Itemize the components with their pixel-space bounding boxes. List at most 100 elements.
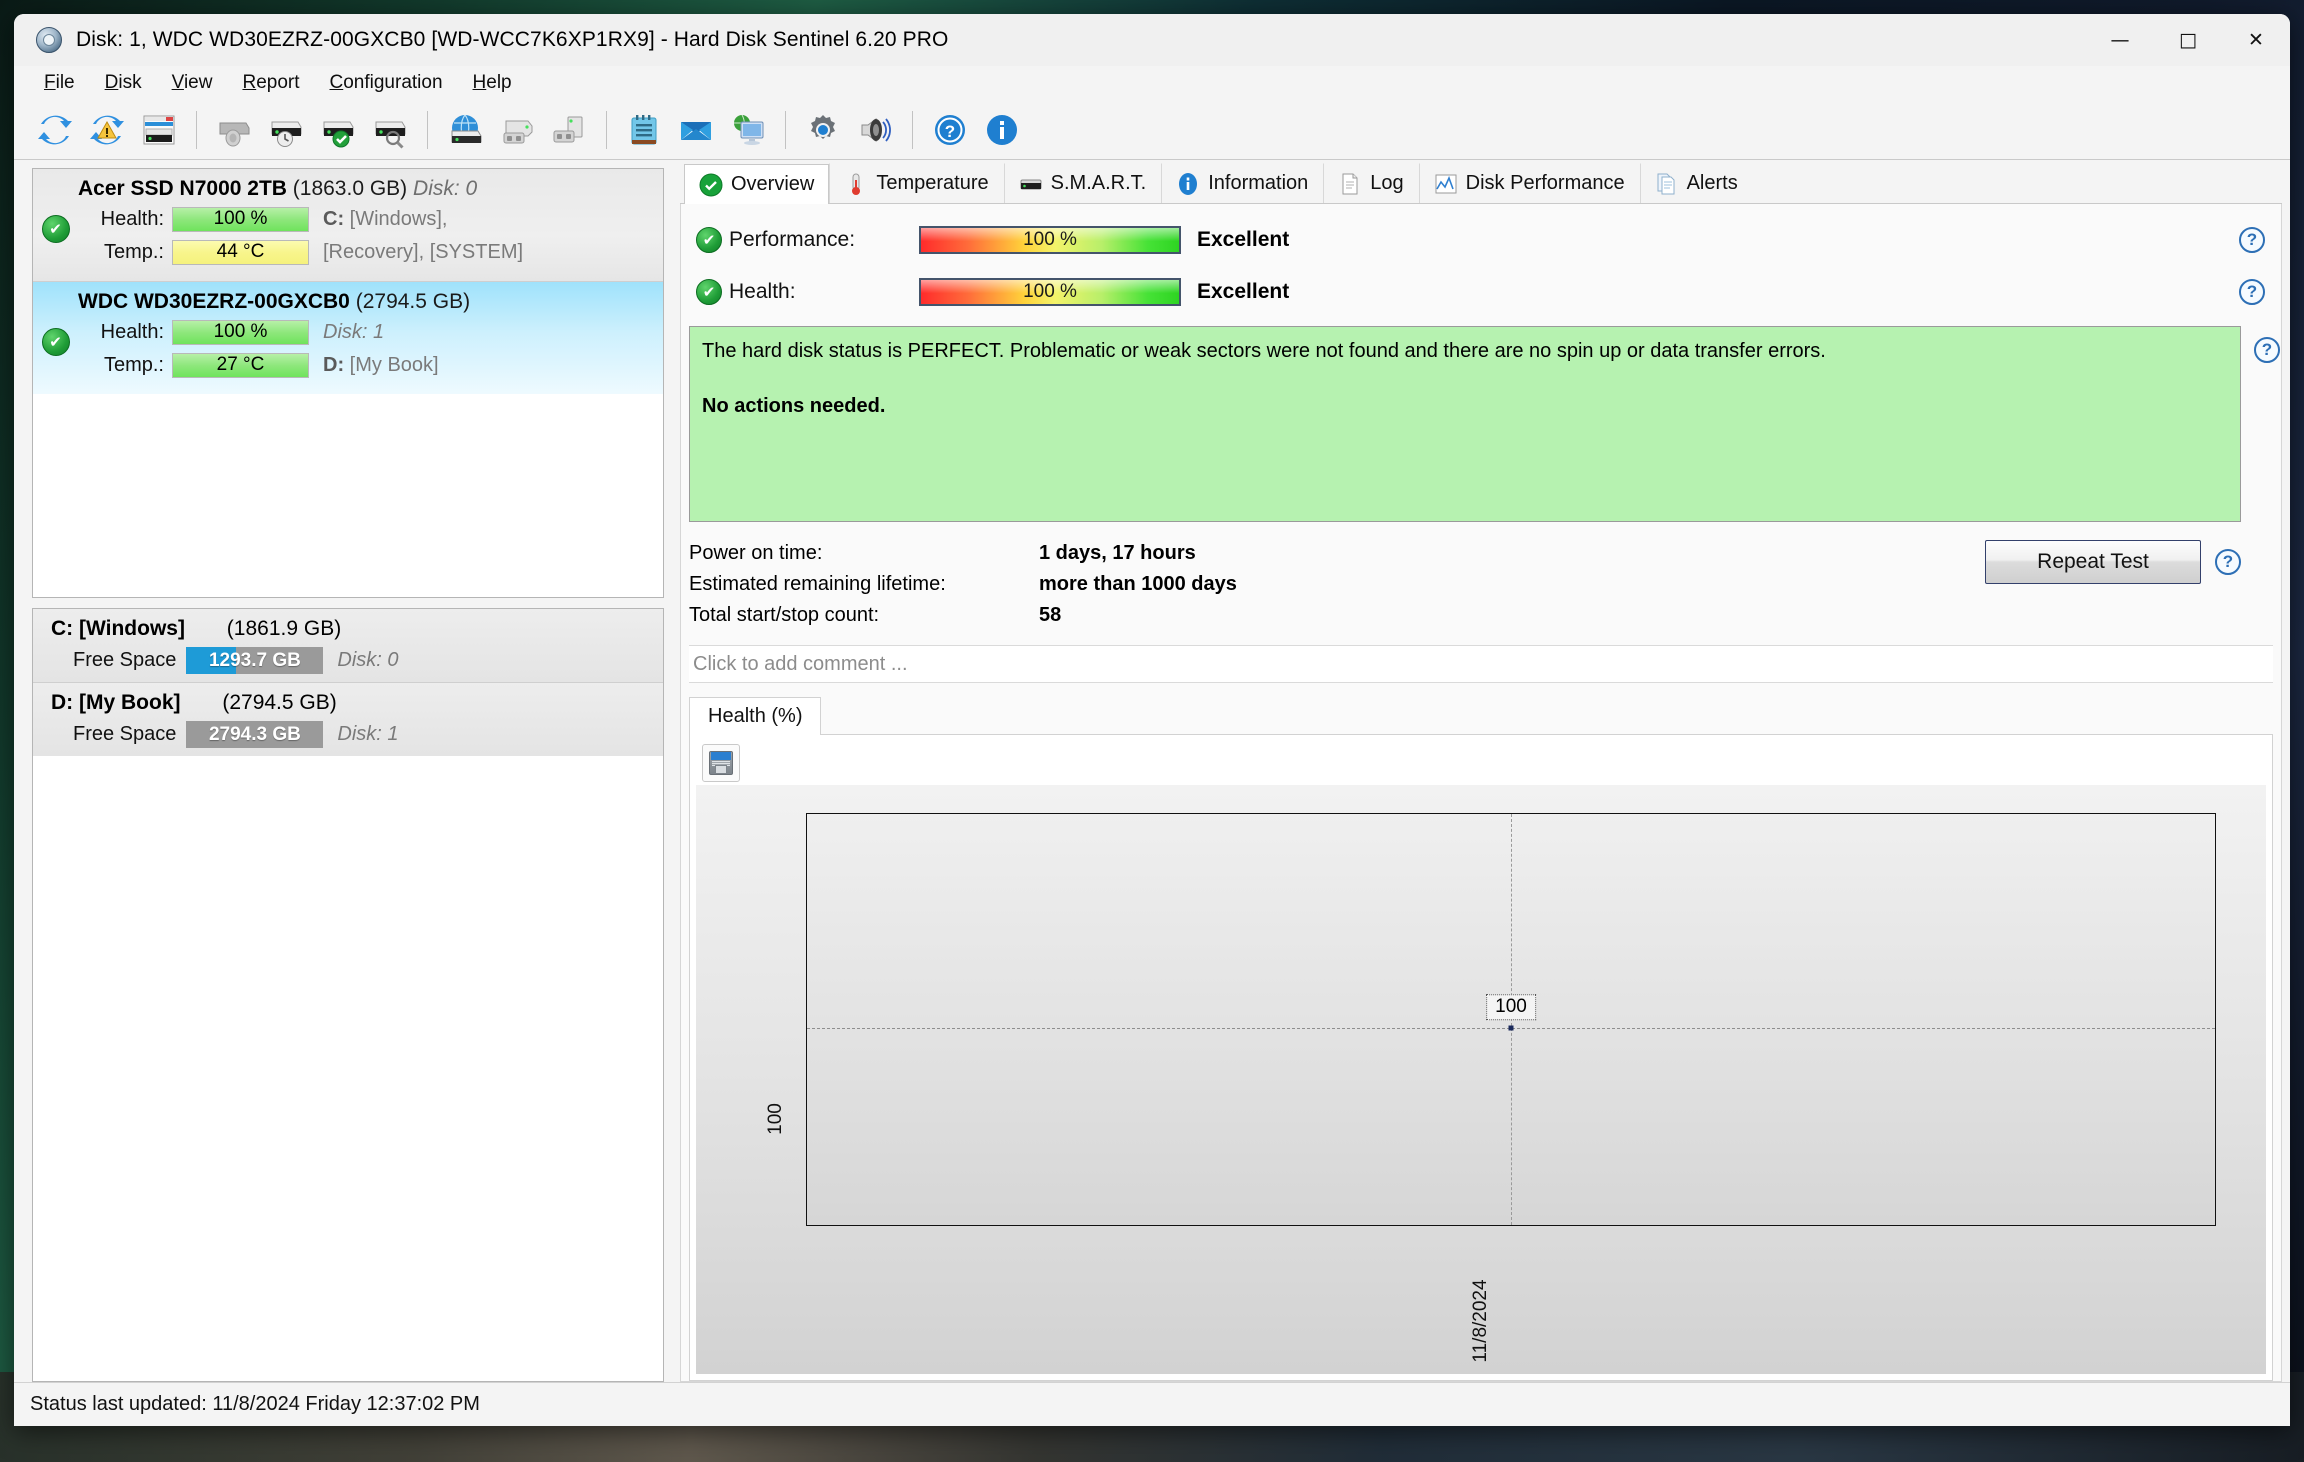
window-title: Disk: 1, WDC WD30EZRZ-00GXCB0 [WD-WCC7K6… (76, 28, 949, 51)
disk-title: WDC WD30EZRZ-00GXCB0 (2794.5 GB) (33, 290, 663, 314)
disk-ok-icon (319, 111, 357, 149)
disk-ok-button[interactable] (313, 105, 363, 155)
disk-item-0[interactable]: Acer SSD N7000 2TB (1863.0 GB) Disk: 0 H… (33, 169, 663, 282)
green-check-icon (41, 328, 70, 356)
maximize-button[interactable]: □ (2154, 14, 2222, 66)
close-button[interactable]: ✕ (2222, 14, 2290, 66)
tab-alerts[interactable]: Alerts (1639, 163, 1753, 203)
disk-volume-letter: C: (323, 207, 345, 230)
close-icon: ✕ (2248, 28, 2264, 51)
disk-item-1[interactable]: WDC WD30EZRZ-00GXCB0 (2794.5 GB) Health:… (33, 282, 663, 394)
refresh-button[interactable] (30, 105, 80, 155)
menu-file-rest: ile (55, 72, 75, 93)
status-help-icon[interactable]: ? (2254, 337, 2280, 363)
disk-health-line: Health: 100 % Disk: 1 (78, 318, 663, 346)
disk-model: WDC WD30EZRZ-00GXCB0 (78, 290, 350, 313)
volume-letter: C: [Windows] (51, 617, 185, 640)
backup-disk-button[interactable] (492, 105, 542, 155)
health-label: Health: (729, 280, 796, 303)
performance-row: Performance: 100 % Excellent ? (681, 214, 2281, 266)
menu-report[interactable]: Report (230, 69, 311, 97)
status-action: No actions needed. (702, 395, 886, 417)
toolbar-separator (196, 110, 197, 149)
window-controls: — □ ✕ (2086, 14, 2290, 66)
settings-button[interactable] (798, 105, 848, 155)
menu-configuration-accel: C (329, 72, 344, 93)
chart-icon (1434, 172, 1458, 196)
refresh-alert-button[interactable] (82, 105, 132, 155)
tab-label: Disk Performance (1465, 172, 1625, 194)
help-button[interactable]: ? (925, 105, 975, 155)
menu-bar: File Disk View Report Configuration Help (14, 66, 2290, 100)
menu-help-rest: elp (486, 72, 512, 93)
performance-help-icon[interactable]: ? (2239, 227, 2265, 253)
menu-view-rest: iew (183, 72, 213, 93)
chart-tab-health[interactable]: Health (%) (689, 697, 822, 735)
volume-free-bar: 2794.3 GB (186, 721, 324, 748)
volume-letter: D: [My Book] (51, 691, 181, 714)
status-message-box: The hard disk status is PERFECT. Problem… (689, 326, 2280, 522)
toolbar-separator (427, 110, 428, 149)
disk-health-label: Health: (100, 320, 164, 343)
tab-log[interactable]: Log (1323, 163, 1418, 203)
info-icon (983, 111, 1021, 149)
clone-disk-button[interactable] (544, 105, 594, 155)
start-stop-count-label: Total start/stop count: (689, 604, 880, 626)
info-button[interactable] (977, 105, 1027, 155)
health-help-icon[interactable]: ? (2239, 279, 2265, 305)
menu-help[interactable]: Help (461, 69, 524, 97)
repeat-test-button[interactable]: Repeat Test (1985, 540, 2201, 584)
repeat-test-help-icon[interactable]: ? (2215, 549, 2241, 575)
sound-alert-button[interactable] (850, 105, 900, 155)
disk-number: Disk: 0 (413, 177, 478, 200)
mail-button[interactable] (671, 105, 721, 155)
volume-free-value: 2794.3 GB (208, 723, 301, 745)
content-area: Overview Temperature S.M.A.R.T. Informat… (672, 160, 2290, 1382)
disk-search-button[interactable] (365, 105, 415, 155)
menu-disk[interactable]: Disk (93, 69, 154, 97)
refresh-alert-icon (88, 111, 126, 149)
volume-item-c[interactable]: C: [Windows] (1861.9 GB) Free Space 1293… (33, 609, 663, 683)
disk-capacity: (2794.5 GB) (355, 290, 471, 313)
remaining-lifetime-label: Estimated remaining lifetime: (689, 573, 946, 595)
minimize-button[interactable]: — (2086, 14, 2154, 66)
menu-configuration[interactable]: Configuration (318, 69, 455, 97)
settings-gear-icon (804, 111, 842, 149)
disk-temp-line: Temp.: 27 °C D: [My Book] (78, 351, 663, 379)
disk-panel-icon (140, 111, 178, 149)
menu-view[interactable]: View (160, 69, 225, 97)
disk-panel-button[interactable] (134, 105, 184, 155)
disk-volume-letter: D: (323, 353, 345, 376)
green-check-icon (696, 279, 722, 305)
volume-free-label: Free Space (73, 649, 177, 671)
toolbar: ? (14, 100, 2290, 160)
tab-disk-performance[interactable]: Disk Performance (1418, 163, 1640, 203)
toolbar-separator (912, 110, 913, 149)
tab-temperature[interactable]: Temperature (829, 163, 1003, 203)
health-meter: 100 % (919, 278, 1181, 306)
power-on-time-value: 1 days, 17 hours (1039, 542, 1196, 564)
menu-file[interactable]: File (32, 69, 87, 97)
comment-input[interactable]: Click to add comment ... (689, 645, 2273, 683)
disk-title: Acer SSD N7000 2TB (1863.0 GB) Disk: 0 (33, 177, 663, 201)
menu-help-accel: H (472, 72, 487, 93)
minimize-icon: — (2110, 28, 2130, 51)
save-chart-button[interactable] (702, 744, 740, 782)
menu-disk-accel: D (104, 72, 119, 93)
disk-mute-button[interactable] (209, 105, 259, 155)
volume-item-d[interactable]: D: [My Book] (2794.5 GB) Free Space 2794… (33, 683, 663, 756)
tab-smart[interactable]: S.M.A.R.T. (1003, 163, 1162, 203)
tab-overview[interactable]: Overview (684, 164, 830, 204)
volume-free-value: 1293.7 GB (208, 649, 301, 671)
tab-information[interactable]: Information (1161, 163, 1323, 203)
remote-monitor-button[interactable] (723, 105, 773, 155)
notepad-button[interactable] (619, 105, 669, 155)
toolbar-separator (785, 110, 786, 149)
network-disk-button[interactable] (440, 105, 490, 155)
disk-number-text: Disk: 1 (323, 320, 385, 343)
health-status (689, 279, 729, 305)
chart-point-label: 100 (1486, 993, 1536, 1020)
disk-number: Disk: 1 (323, 321, 384, 344)
disk-schedule-button[interactable] (261, 105, 311, 155)
disk-status-ok (33, 205, 78, 243)
